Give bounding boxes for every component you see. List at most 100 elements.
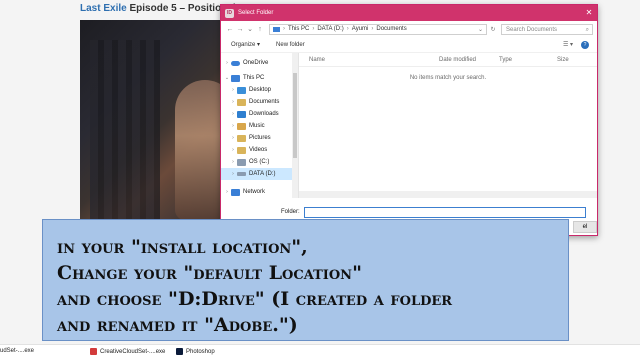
column-size[interactable]: Size [547,57,587,63]
nav-item-this-pc[interactable]: ⌄ This PC [221,72,298,84]
nav-item-label: DATA (D:) [249,171,276,177]
up-arrow-icon[interactable]: ↑ [255,26,265,33]
video-bars [90,40,160,220]
new-folder-button[interactable]: New folder [276,42,305,48]
caption-line: Change your "default Location" [57,262,362,284]
nav-item-label: Pictures [249,135,271,141]
expand-arrow-icon[interactable]: › [229,123,237,129]
video-frame[interactable] [80,20,220,220]
forward-arrow-icon[interactable]: → [235,26,245,33]
nav-item-label: Desktop [249,87,272,93]
breadcrumb-documents[interactable]: Documents [376,26,406,32]
folder-input[interactable] [303,206,586,218]
search-icon: ⌕ [585,26,589,33]
view-options-icon[interactable]: ☰ ▾ [563,41,573,49]
empty-message: No items match your search. [409,75,487,81]
select-folder-dialog: ID Select Folder ✕ ← → ⌄ ↑ › This PC › D… [220,4,598,236]
breadcrumb-data-d[interactable]: DATA (D:) [317,26,343,32]
desktop-icon [237,86,246,94]
organize-button[interactable]: Organize ▾ [231,41,260,48]
nav-item-documents[interactable]: › Documents [221,96,298,108]
nav-item-pictures[interactable]: › Pictures [221,132,298,144]
page-title-series: Last Exile [80,3,127,14]
back-arrow-icon[interactable]: ← [225,26,235,33]
dialog-titlebar[interactable]: ID Select Folder ✕ [221,5,597,21]
nav-item-network[interactable]: › Network [221,186,298,198]
nav-item-label: Downloads [249,111,279,117]
column-headers: Name Date modified Type Size [299,53,597,67]
close-button[interactable]: ✕ [581,5,597,21]
scrollbar-thumb[interactable] [293,73,297,158]
column-name[interactable]: Name [299,57,429,63]
refresh-icon[interactable]: ↻ [487,26,499,33]
expand-arrow-icon[interactable]: › [229,147,237,153]
caption-box: in your "install location", Change your … [42,219,569,341]
nav-item-label: Network [243,189,266,195]
nav-item-label: OneDrive [243,60,269,66]
nav-item-os-c[interactable]: › OS (C:) [221,156,298,168]
expand-arrow-icon[interactable]: › [229,171,237,177]
breadcrumb-this-pc[interactable]: This PC [288,26,309,32]
downloads-bar: udSet-....exe CreativeCloudSet-....exe P… [0,344,640,360]
videos-icon [237,146,246,154]
downloads-icon [237,110,246,118]
expand-arrow-icon[interactable]: › [223,189,231,195]
expand-arrow-icon[interactable]: › [229,99,237,105]
nav-item-downloads[interactable]: › Downloads [221,108,298,120]
search-input[interactable]: Search Documents ⌕ [501,23,593,35]
folder-row: Folder: [221,205,597,219]
address-bar[interactable]: › This PC › DATA (D:) › Ayumi › Document… [269,23,487,35]
drive-icon [237,158,246,166]
pc-icon [231,74,240,82]
nav-item-music[interactable]: › Music [221,120,298,132]
expand-arrow-icon[interactable]: › [229,111,237,117]
download-item[interactable]: CreativeCloudSet-....exe [90,348,165,355]
drive-icon [237,172,246,176]
nav-item-label: Music [249,123,265,129]
help-icon[interactable]: ? [581,40,589,49]
nav-item-videos[interactable]: › Videos [221,144,298,156]
documents-icon [237,98,246,106]
caption-line: and choose "D:Drive" (I created a folder [57,288,453,310]
caption-line: and renamed it "Adobe.") [57,314,298,336]
address-dropdown-icon[interactable]: ⌄ [478,26,486,33]
page-title[interactable]: Last Exile Episode 5 – Positional [80,3,236,14]
expand-arrow-icon[interactable]: › [229,135,237,141]
nav-item-label: This PC [243,75,265,81]
nav-item-data-d[interactable]: › DATA (D:) [221,168,292,180]
breadcrumb-ayumi[interactable]: Ayumi [352,26,369,32]
search-placeholder: Search Documents [506,26,558,33]
cancel-button[interactable]: el [573,221,597,233]
address-row: ← → ⌄ ↑ › This PC › DATA (D:) › Ayumi › … [221,21,597,37]
collapse-arrow-icon[interactable]: ⌄ [223,75,231,81]
dialog-toolbar: Organize ▾ New folder ☰ ▾ ? [221,37,597,53]
download-item-label: udSet-....exe [0,348,35,354]
dialog-title: Select Folder [238,10,274,16]
chevron-down-icon[interactable]: ⌄ [245,25,255,33]
nav-item-desktop[interactable]: › Desktop [221,84,298,96]
pc-icon [273,26,280,32]
nav-item-label: Documents [249,99,280,105]
installer-icon [90,348,97,355]
video-character [175,80,220,220]
nav-item-onedrive[interactable]: › OneDrive [221,57,298,69]
photoshop-icon [176,348,183,355]
pictures-icon [237,134,246,142]
expand-arrow-icon[interactable]: › [223,60,231,66]
horizontal-scrollbar[interactable] [299,191,597,198]
onedrive-icon [231,60,240,66]
network-icon [231,188,240,196]
nav-item-label: OS (C:) [249,159,270,165]
column-date-modified[interactable]: Date modified [429,57,489,63]
column-type[interactable]: Type [489,57,547,63]
navigation-pane: › OneDrive ⌄ This PC › Desktop › Documen… [221,53,299,198]
expand-arrow-icon[interactable]: › [229,87,237,93]
nav-item-label: Videos [249,147,268,153]
download-item-label: Photoshop [186,348,215,355]
file-list[interactable]: Name Date modified Type Size No items ma… [299,53,597,198]
nav-scrollbar[interactable] [292,53,298,198]
expand-arrow-icon[interactable]: › [229,159,237,165]
download-item[interactable]: Photoshop [176,348,215,355]
caption-line: in your "install location", [57,236,308,258]
download-item[interactable]: udSet-....exe [0,348,34,354]
